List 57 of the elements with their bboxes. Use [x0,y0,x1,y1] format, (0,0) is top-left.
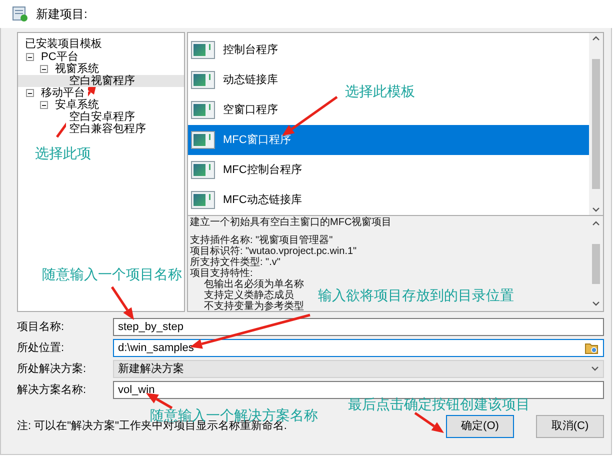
field-label: 所处解决方案: [17,362,88,377]
input-field[interactable]: d:\win_samples [113,339,604,357]
annotation-arrow [110,286,134,320]
description-text: 建立一个初始具有空白主窗口的MFC视窗项目 [190,217,392,228]
template-item[interactable]: 控制台程序 [191,41,278,59]
tree-item[interactable]: 空白兼容包程序 [66,123,149,135]
tree-heading: 已安装项目模板 [24,37,103,51]
template-item[interactable]: 动态链接库 [191,71,278,89]
description-text: 支持插件名称: "视窗项目管理器" [190,235,333,246]
description-text: 项目支持特性: [190,268,253,279]
feature-text: 支持定义类静态成员 [204,290,294,301]
window-icon [191,131,215,149]
scroll-thumb[interactable] [592,59,600,189]
template-item[interactable]: MFC动态链接库 [191,191,302,209]
scroll-up-icon[interactable] [592,35,600,41]
window-icon [191,71,215,89]
input-field[interactable]: step_by_step [113,318,604,336]
browse-folder-icon[interactable] [585,342,599,354]
ok-button[interactable]: 确定(O) [446,415,514,438]
dropdown-caret-icon[interactable] [591,366,599,372]
tree-item[interactable]: 空白安卓程序 [66,111,138,123]
expander-icon[interactable] [40,65,48,73]
description-text: 所支持文件类型: ".v" [190,257,280,268]
scroll-thumb[interactable] [592,244,600,284]
annotation-arrow [282,96,338,136]
tree-item[interactable]: 移动平台 [38,87,88,99]
annotation-text: 随意输入一个项目名称 [42,266,182,282]
annotation-arrow [414,412,444,433]
scroll-down-icon[interactable] [592,301,600,307]
window-icon [191,191,215,209]
description-text: 项目标识符: "wutao.vproject.pc.win.1" [190,246,357,257]
annotation-text: 输入欲将项目存放到的目录位置 [318,287,514,303]
field-label: 项目名称: [17,320,66,335]
scrollbar[interactable] [589,33,603,215]
window-title: 新建项目: [36,6,88,23]
scroll-down-icon[interactable] [592,207,600,213]
annotation-text: 最后点击确定按钮创建该项目 [348,396,530,412]
cancel-button[interactable]: 取消(C) [536,415,604,438]
annotation-text: 选择此项 [35,145,91,161]
window-icon [191,41,215,59]
expander-icon[interactable] [26,53,34,61]
window-icon [191,101,215,119]
app-icon [12,6,28,22]
tree-item[interactable]: 视窗系统 [52,63,102,75]
feature-text: 不支持变量为参考类型 [204,301,304,311]
field-label: 所处位置: [17,340,66,356]
scroll-up-icon[interactable] [592,220,600,226]
expander-icon[interactable] [26,89,34,97]
feature-text: 包输出名必须为单名称 [204,279,304,290]
annotation-text: 选择此模板 [345,83,415,99]
template-item[interactable]: 空窗口程序 [191,101,278,119]
window-icon [191,161,215,179]
template-item[interactable]: MFC控制台程序 [191,161,302,179]
field-label: 解决方案名称: [17,382,88,398]
tree-item[interactable]: 安卓系统 [52,99,102,111]
solution-dropdown[interactable]: 新建解决方案 [113,360,604,378]
expander-icon[interactable] [40,101,48,109]
